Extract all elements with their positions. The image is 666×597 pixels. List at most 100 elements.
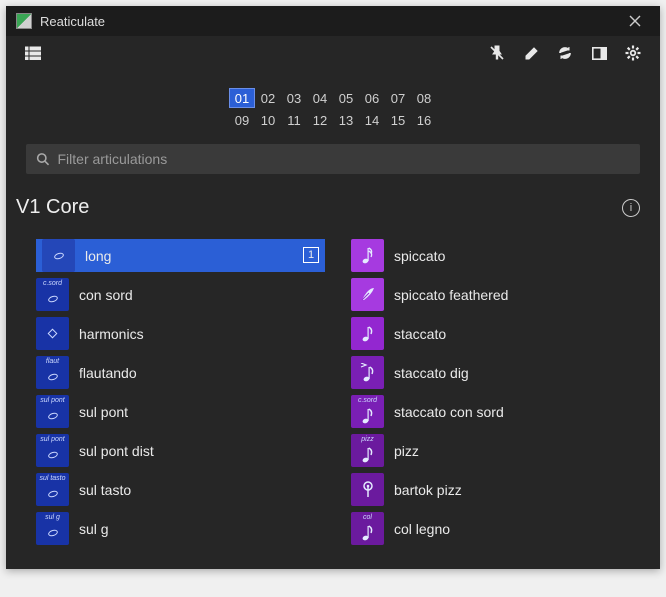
tile-superscript: col — [351, 514, 384, 521]
titlebar: Reaticulate — [6, 6, 660, 36]
edit-button[interactable] — [514, 38, 548, 68]
articulation-item[interactable]: sul g sul g — [36, 512, 325, 545]
search-box[interactable] — [26, 144, 640, 174]
search-icon — [36, 152, 50, 166]
articulation-tile — [351, 356, 384, 389]
channel-12[interactable]: 12 — [307, 110, 333, 130]
eighth-icon — [361, 446, 375, 464]
channel-10[interactable]: 10 — [255, 110, 281, 130]
search-input[interactable] — [58, 151, 631, 167]
channel-02[interactable]: 02 — [255, 88, 281, 108]
tile-superscript: c.sord — [36, 280, 69, 287]
bartok-icon — [360, 480, 376, 500]
tile-superscript: sul g — [36, 514, 69, 521]
eighth-icon — [361, 524, 375, 542]
channel-01[interactable]: 01 — [229, 88, 255, 108]
channel-09[interactable]: 09 — [229, 110, 255, 130]
close-button[interactable] — [620, 6, 650, 36]
search-row — [6, 130, 660, 174]
pencil-icon — [524, 46, 539, 61]
tile-superscript: pizz — [351, 436, 384, 443]
channel-row-1: 0102030405060708 — [229, 88, 437, 108]
dock-icon — [592, 47, 607, 60]
articulation-label: staccato con sord — [394, 404, 504, 420]
articulation-item[interactable]: flautflautando — [36, 356, 325, 389]
articulation-item[interactable]: sul tasto sul tasto — [36, 473, 325, 506]
channel-picker: 0102030405060708 0910111213141516 — [6, 88, 660, 130]
articulation-label: sul g — [79, 521, 109, 537]
articulation-label: sul tasto — [79, 482, 131, 498]
articulation-label: harmonics — [79, 326, 144, 342]
wholenote-icon — [48, 296, 58, 302]
channel-04[interactable]: 04 — [307, 88, 333, 108]
articulation-tile — [42, 239, 75, 272]
articulation-label: long — [85, 248, 111, 264]
articulation-item[interactable]: long 1 — [36, 239, 325, 272]
section-title: V1 Core — [16, 196, 89, 219]
articulation-label: spiccato feathered — [394, 287, 508, 303]
channel-06[interactable]: 06 — [359, 88, 385, 108]
channel-08[interactable]: 08 — [411, 88, 437, 108]
articulation-label: sul pont dist — [79, 443, 154, 459]
list-icon — [25, 46, 41, 60]
channel-11[interactable]: 11 — [281, 110, 307, 130]
articulation-item[interactable]: sul pont sul pont dist — [36, 434, 325, 467]
tile-superscript: sul pont — [36, 436, 69, 443]
wholenote-icon — [48, 452, 58, 458]
app-icon — [16, 13, 32, 29]
articulation-item[interactable]: col col legno — [351, 512, 640, 545]
settings-button[interactable] — [616, 38, 650, 68]
channel-15[interactable]: 15 — [385, 110, 411, 130]
wholenote-icon — [48, 530, 58, 536]
close-icon — [629, 15, 641, 27]
channel-14[interactable]: 14 — [359, 110, 385, 130]
articulation-tile: sul pont — [36, 395, 69, 428]
articulation-item[interactable]: spiccato — [351, 239, 640, 272]
channel-03[interactable]: 03 — [281, 88, 307, 108]
channel-05[interactable]: 05 — [333, 88, 359, 108]
articulation-item[interactable]: staccato — [351, 317, 640, 350]
wholenote-icon — [48, 413, 58, 419]
dock-button[interactable] — [582, 38, 616, 68]
sync-button[interactable] — [548, 38, 582, 68]
channel-16[interactable]: 16 — [411, 110, 437, 130]
articulation-item[interactable]: c.sordcon sord — [36, 278, 325, 311]
articulation-item[interactable]: pizzpizz — [351, 434, 640, 467]
list-button[interactable] — [16, 38, 50, 68]
diamond-icon — [49, 330, 56, 337]
toolbar — [6, 36, 660, 70]
articulation-item[interactable]: bartok pizz — [351, 473, 640, 506]
wholenote-icon — [48, 374, 58, 380]
info-icon: i — [630, 202, 632, 214]
articulation-tile: sul tasto — [36, 473, 69, 506]
articulation-tile — [351, 473, 384, 506]
articulation-column-right: spiccato spiccato feathered staccato stacca… — [351, 239, 640, 545]
channel-13[interactable]: 13 — [333, 110, 359, 130]
tile-superscript: flaut — [36, 358, 69, 365]
articulation-tile — [351, 278, 384, 311]
articulation-tile — [351, 317, 384, 350]
wholenote-icon — [48, 491, 58, 497]
sixteenth-icon — [361, 247, 375, 265]
articulation-tile: col — [351, 512, 384, 545]
articulation-tile — [351, 239, 384, 272]
section-header: V1 Core i — [6, 174, 660, 229]
program-number-badge: 1 — [303, 247, 319, 263]
pin-button[interactable] — [480, 38, 514, 68]
articulation-item[interactable]: spiccato feathered — [351, 278, 640, 311]
tile-superscript: sul tasto — [36, 475, 69, 482]
articulation-label: col legno — [394, 521, 450, 537]
eighth-icon — [361, 325, 375, 343]
articulation-item[interactable]: harmonics — [36, 317, 325, 350]
articulation-item[interactable]: sul pontsul pont — [36, 395, 325, 428]
channel-07[interactable]: 07 — [385, 88, 411, 108]
articulation-tile: c.sord — [36, 278, 69, 311]
articulation-tile: pizz — [351, 434, 384, 467]
articulation-item[interactable]: c.sordstaccato con sord — [351, 395, 640, 428]
pin-off-icon — [489, 45, 505, 61]
gear-icon — [625, 45, 641, 61]
articulation-item[interactable]: staccato dig — [351, 356, 640, 389]
sync-icon — [557, 45, 573, 61]
info-button[interactable]: i — [622, 199, 640, 217]
wholenote-icon — [54, 253, 64, 259]
